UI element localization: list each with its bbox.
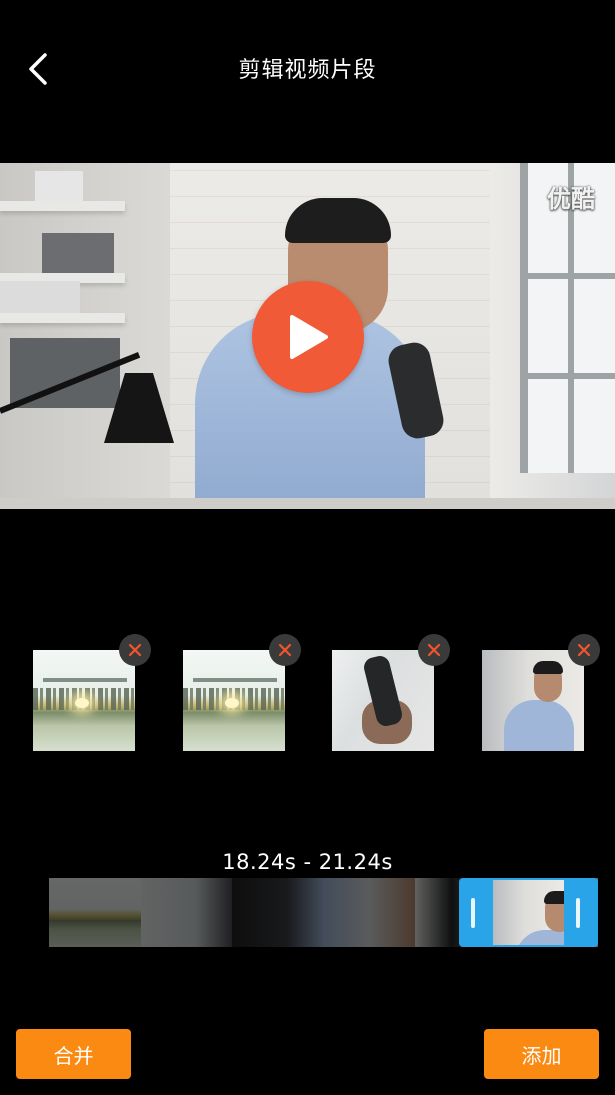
timeline-frame: [323, 878, 415, 947]
clip-remove-button[interactable]: [568, 634, 600, 666]
close-icon: [128, 643, 142, 657]
window-frame: [528, 273, 615, 279]
clip-item[interactable]: [332, 634, 450, 751]
timeline-frame: [232, 878, 324, 947]
selection-thumbnail: [493, 880, 564, 945]
play-icon: [290, 315, 328, 359]
add-button[interactable]: 添加: [484, 1029, 599, 1079]
trim-timeline[interactable]: [49, 878, 598, 947]
book-stack: [42, 233, 114, 273]
clip-item[interactable]: [33, 634, 151, 751]
watermark: 优酷: [547, 185, 595, 213]
shelf: [0, 313, 125, 323]
timeline-frame: [49, 878, 141, 947]
clip-thumbnail: [332, 650, 434, 751]
header: 剪辑视频片段: [0, 0, 615, 140]
clip-thumbnail: [183, 650, 285, 751]
book-stack: [35, 171, 83, 201]
video-preview[interactable]: 优酷: [0, 163, 615, 509]
window-frame: [528, 373, 615, 379]
timeline-frame: [140, 878, 232, 947]
trim-end-handle[interactable]: [576, 898, 580, 928]
clip-remove-button[interactable]: [269, 634, 301, 666]
clip-thumbnail: [482, 650, 584, 751]
shelf: [0, 201, 125, 211]
clip-item[interactable]: [482, 634, 600, 751]
trim-range-label: 18.24s - 21.24s: [222, 850, 393, 874]
clip-thumbnail: [33, 650, 135, 751]
clip-item[interactable]: [183, 634, 301, 751]
page-title: 剪辑视频片段: [238, 58, 377, 83]
clip-remove-button[interactable]: [418, 634, 450, 666]
trim-start-handle[interactable]: [471, 898, 475, 928]
trim-selection[interactable]: [459, 878, 598, 947]
close-icon: [577, 643, 591, 657]
book-stack: [0, 281, 80, 313]
play-button[interactable]: [252, 281, 364, 393]
person-hair: [285, 198, 391, 243]
clip-remove-button[interactable]: [119, 634, 151, 666]
clip-list: [0, 634, 615, 754]
desk: [0, 498, 615, 509]
close-icon: [278, 643, 292, 657]
merge-button[interactable]: 合并: [16, 1029, 131, 1079]
close-icon: [427, 643, 441, 657]
